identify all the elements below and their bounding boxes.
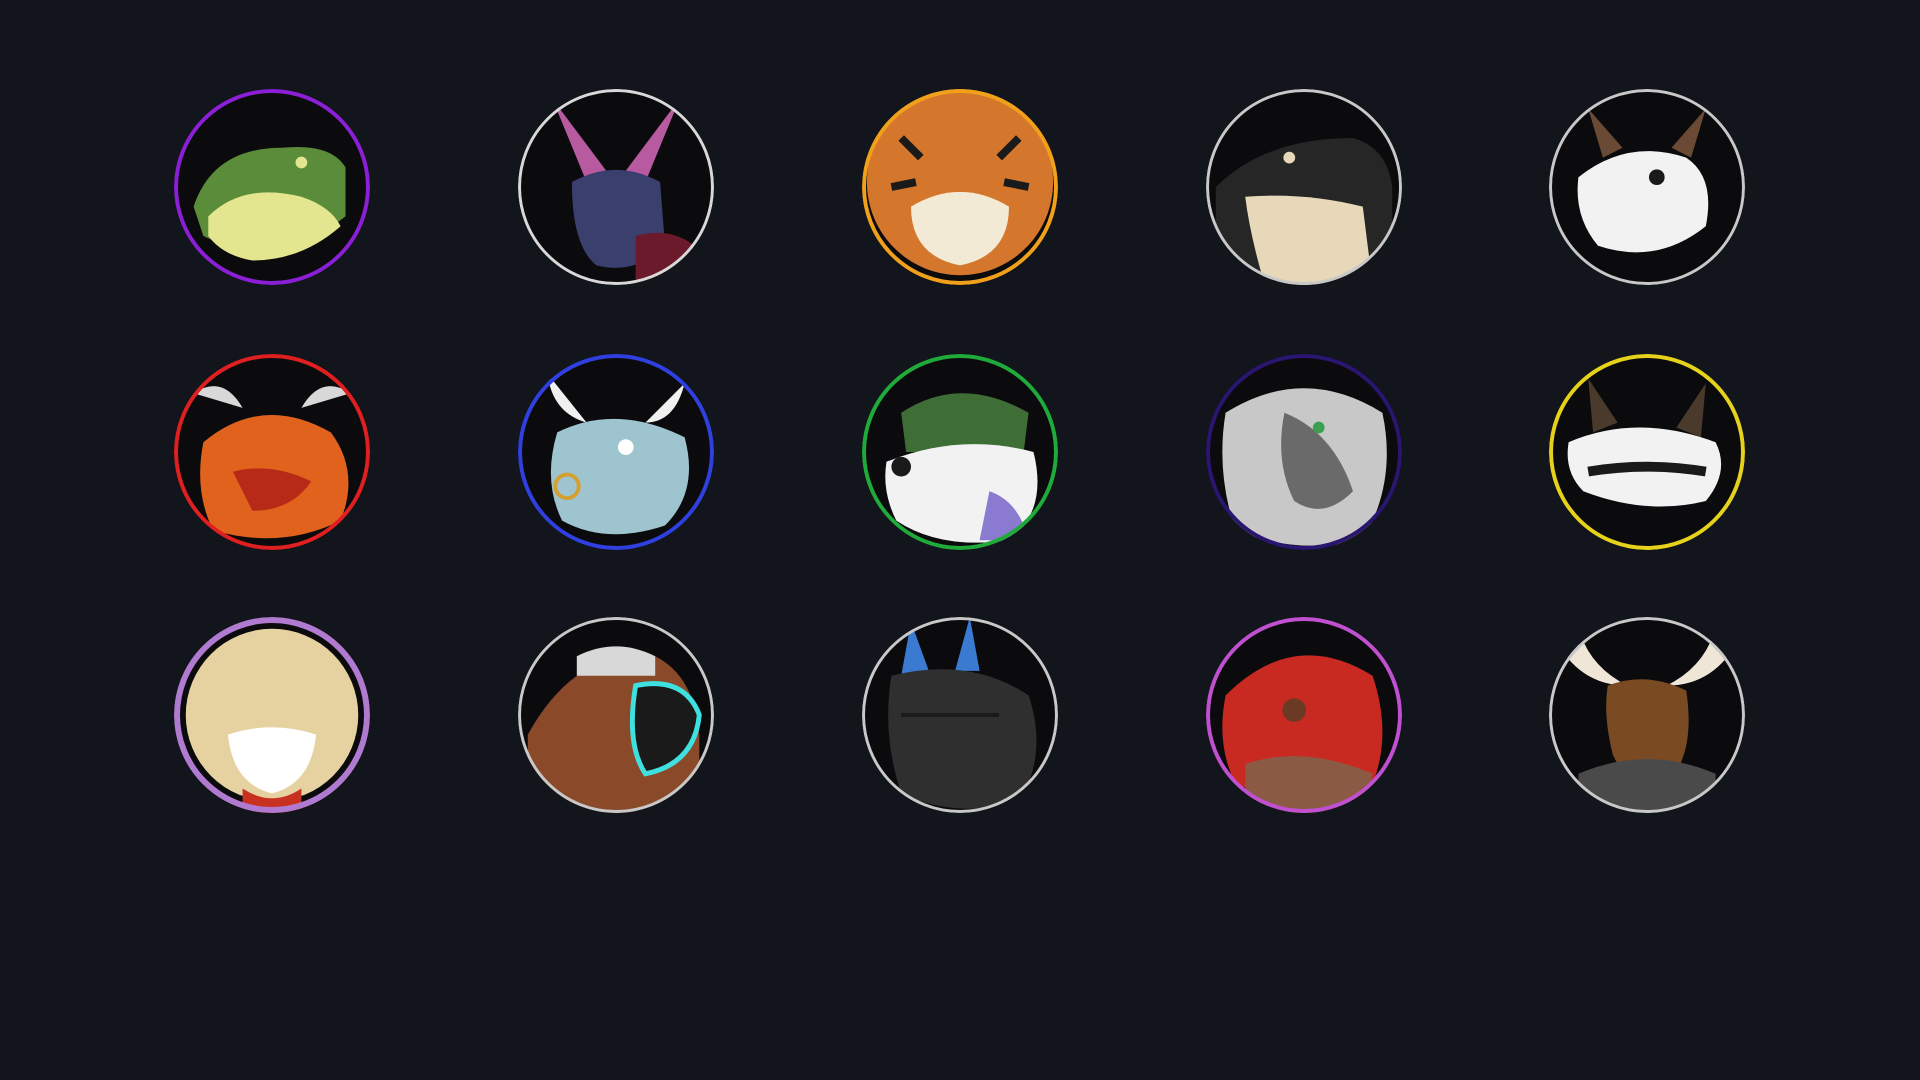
avatar-4[interactable] [1206,89,1402,285]
avatar-8[interactable] [862,354,1058,550]
crocodile-portrait-icon [174,89,370,285]
avatar-7[interactable] [518,354,714,550]
cyber-trex-portrait-icon [518,617,714,813]
skull-mask-hyena-portrait-icon [1549,89,1745,285]
avatar-12[interactable] [518,617,714,813]
avatar-gallery [0,0,1920,1080]
orange-dragon-portrait-icon [174,354,370,550]
avatar-11[interactable] [174,617,370,813]
avatar-2[interactable] [518,89,714,285]
moose-portrait-icon [1549,617,1745,813]
avatar-15[interactable] [1549,617,1745,813]
avatar-3[interactable] [862,89,1058,285]
skull-mask-wolf-portrait-icon [1549,354,1745,550]
avatar-9[interactable] [1206,354,1402,550]
avatar-1[interactable] [174,89,370,285]
tiger-portrait-icon [862,89,1058,285]
bat-portrait-icon [518,89,714,285]
red-dragon-portrait-icon [1206,617,1402,813]
blue-bull-portrait-icon [518,354,714,550]
white-wolf-portrait-icon [1206,354,1402,550]
horned-wolf-portrait-icon [862,354,1058,550]
avatar-13[interactable] [862,617,1058,813]
avatar-5[interactable] [1549,89,1745,285]
avatar-14[interactable] [1206,617,1402,813]
avatar-6[interactable] [174,354,370,550]
black-lizard-portrait-icon [1206,89,1402,285]
dark-dragon-portrait-icon [862,617,1058,813]
avatar-10[interactable] [1549,354,1745,550]
sabertooth-portrait-icon [174,617,370,813]
